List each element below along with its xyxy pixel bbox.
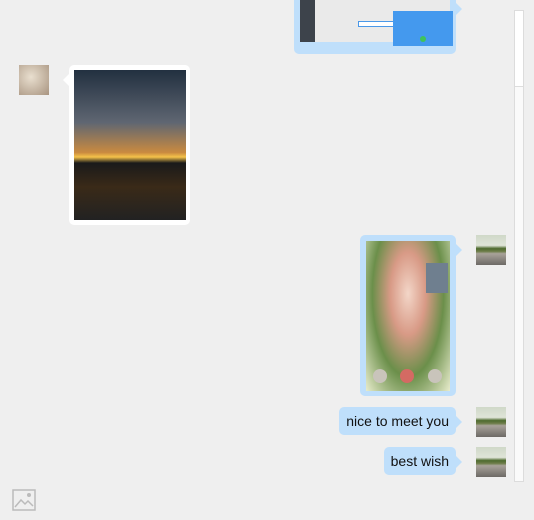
message-text-bubble: best wish xyxy=(383,447,463,475)
scrollbar-thumb[interactable] xyxy=(515,11,523,87)
contact-avatar[interactable] xyxy=(19,65,49,95)
message-image-bubble[interactable] xyxy=(360,235,462,396)
video-call-screenshot[interactable] xyxy=(366,241,450,391)
screenshot-image[interactable] xyxy=(300,0,453,46)
message-text-bubble: nice to meet you xyxy=(339,407,462,435)
user-avatar[interactable] xyxy=(476,235,506,265)
image-icon[interactable] xyxy=(12,488,36,512)
message-image-bubble[interactable] xyxy=(294,0,462,54)
user-avatar[interactable] xyxy=(476,407,506,437)
user-avatar[interactable] xyxy=(476,447,506,477)
sunset-photo[interactable] xyxy=(74,70,186,220)
message-image-bubble[interactable] xyxy=(63,65,190,225)
scrollbar[interactable] xyxy=(514,10,524,482)
